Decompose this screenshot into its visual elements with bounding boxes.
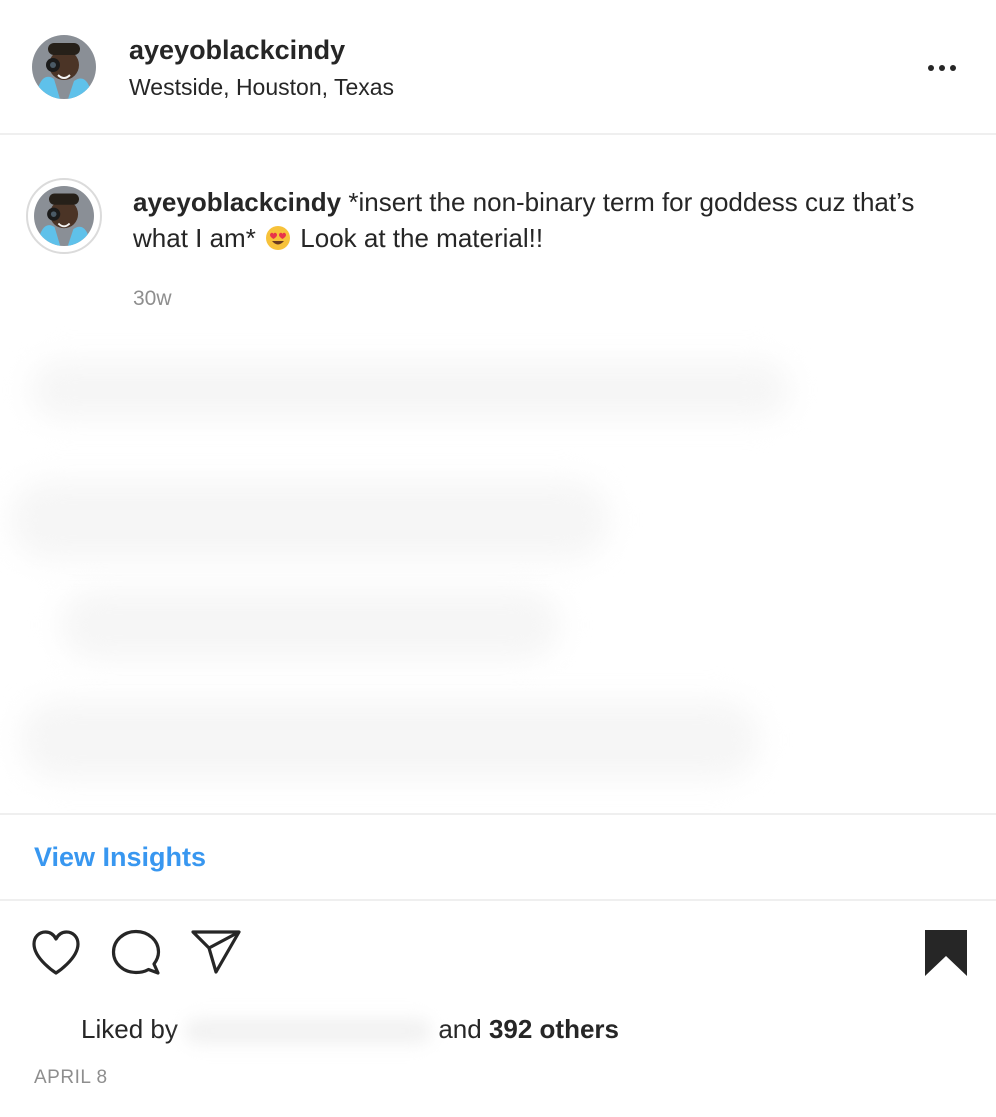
- avatar-image: [32, 35, 96, 99]
- share-button[interactable]: [190, 929, 242, 975]
- avatar-image: [34, 186, 94, 246]
- post-location[interactable]: Westside, Houston, Texas: [129, 72, 394, 102]
- redacted-comment: [30, 360, 790, 420]
- likes-others-link[interactable]: 392 others: [489, 1014, 619, 1044]
- likes-summary: Liked by and 392 others: [81, 1012, 619, 1046]
- divider: [0, 813, 996, 815]
- post-caption: ayeyoblackcindy *insert the non-binary t…: [133, 184, 963, 256]
- post-author-username[interactable]: ayeyoblackcindy: [129, 32, 345, 68]
- redacted-comment: [10, 480, 610, 560]
- avatar[interactable]: [32, 35, 96, 99]
- heart-eyes-emoji-icon: [265, 224, 291, 250]
- divider: [0, 899, 996, 901]
- caption-username[interactable]: ayeyoblackcindy: [133, 187, 341, 217]
- caption-avatar-ring[interactable]: [26, 178, 102, 254]
- redacted-comment: [20, 700, 760, 780]
- post-date: APRIL 8: [34, 1067, 108, 1088]
- caption-text-end: Look at the material!!: [300, 223, 544, 253]
- view-insights-link[interactable]: View Insights: [34, 840, 206, 874]
- save-button[interactable]: [923, 928, 969, 978]
- comment-bubble-icon: [111, 929, 161, 975]
- like-button[interactable]: [31, 929, 81, 977]
- more-options-button[interactable]: [918, 55, 966, 81]
- caption-timestamp: 30w: [133, 287, 172, 310]
- heart-icon: [32, 930, 80, 975]
- paper-plane-icon: [191, 930, 241, 974]
- comment-button[interactable]: [110, 928, 162, 978]
- likes-prefix: Liked by: [81, 1014, 178, 1044]
- bookmark-filled-icon: [925, 930, 967, 976]
- comments-area: [0, 330, 996, 814]
- redacted-liker-names: [185, 1018, 432, 1045]
- likes-conjunction: and: [438, 1014, 482, 1044]
- post-header: ayeyoblackcindy Westside, Houston, Texas: [0, 0, 996, 135]
- redacted-comment: [60, 590, 560, 660]
- caption-avatar: [34, 186, 94, 246]
